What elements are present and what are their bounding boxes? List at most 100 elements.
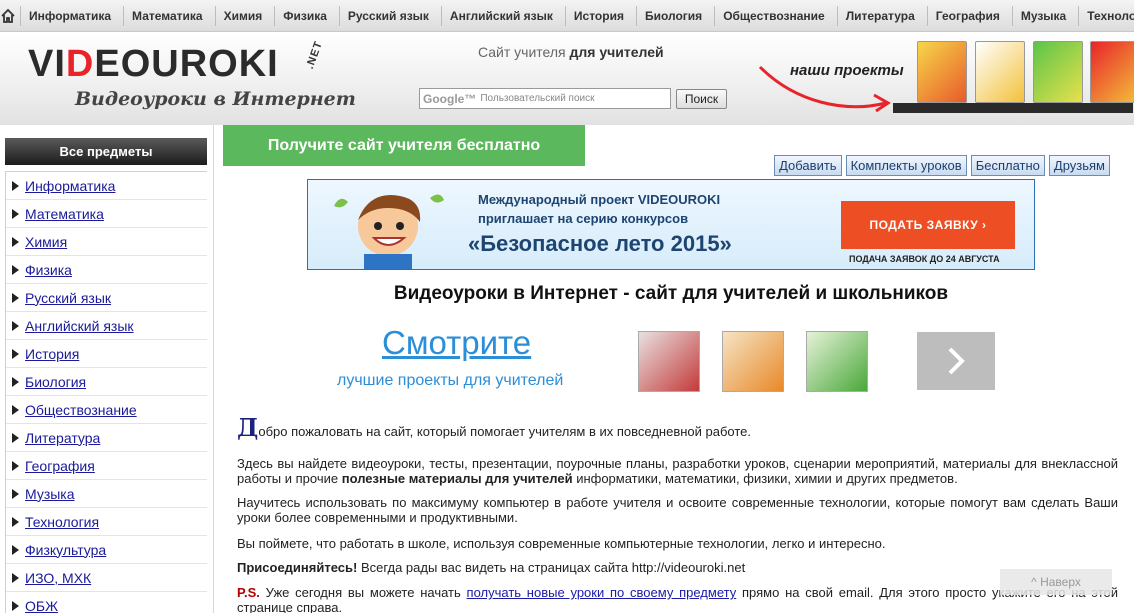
triangle-bullet-icon bbox=[12, 292, 19, 303]
teacher-site-bold: для учителей bbox=[569, 44, 664, 60]
site-logo[interactable]: VIDEOUROKI .NET bbox=[28, 39, 325, 86]
sidebar-item-label: История bbox=[25, 345, 80, 362]
welcome-text: обро пожаловать на сайт, который помогае… bbox=[258, 424, 752, 439]
project-dvd-third[interactable] bbox=[806, 331, 868, 392]
welcome-paragraph: Добро пожаловать на сайт, который помога… bbox=[237, 416, 1118, 440]
banner-contest-title: «Безопасное лето 2015» bbox=[468, 231, 732, 256]
triangle-bullet-icon bbox=[12, 544, 19, 555]
sidebar-item-tekhnologiya[interactable]: Технология bbox=[6, 508, 207, 536]
watch-link[interactable]: Смотрите bbox=[382, 324, 531, 362]
home-icon[interactable] bbox=[0, 0, 16, 31]
sidebar-item-label: Физика bbox=[25, 261, 72, 278]
sidebar-item-label: Физкультура bbox=[25, 541, 107, 558]
logo-text-start: VI bbox=[28, 43, 66, 85]
triangle-bullet-icon bbox=[12, 208, 19, 219]
search-placeholder: Пользовательский поиск bbox=[480, 93, 595, 104]
submit-application-button[interactable]: ПОДАТЬ ЗАЯВКУ › bbox=[841, 201, 1015, 249]
nav-item-literatura[interactable]: Литература bbox=[833, 0, 923, 31]
nav-item-muzyka[interactable]: Музыка bbox=[1008, 0, 1074, 31]
sidebar-item-fizika[interactable]: Физика bbox=[6, 256, 207, 284]
logo-text-d: D bbox=[65, 43, 95, 85]
sidebar-item-label: Музыка bbox=[25, 485, 75, 502]
sidebar-item-muzyka[interactable]: Музыка bbox=[6, 480, 207, 508]
sidebar-item-istoriya[interactable]: История bbox=[6, 340, 207, 368]
triangle-bullet-icon bbox=[12, 488, 19, 499]
join-bold: Присоединяйтесь! bbox=[237, 560, 358, 575]
nav-item-matematika[interactable]: Математика bbox=[119, 0, 211, 31]
nav-item-fizika[interactable]: Физика bbox=[270, 0, 335, 31]
sidebar-item-label: Английский язык bbox=[25, 317, 134, 334]
banner-line2: приглашает на серию конкурсов bbox=[478, 211, 689, 226]
sidebar-item-label: Литература bbox=[25, 429, 101, 446]
nav-item-informatika[interactable]: Информатика bbox=[16, 0, 119, 31]
sidebar-item-obzh[interactable]: ОБЖ bbox=[6, 592, 207, 613]
technology-paragraph: Научитесь использовать по максимуму комп… bbox=[237, 495, 1118, 525]
triangle-bullet-icon bbox=[12, 320, 19, 331]
tab-friends[interactable]: Друзьям bbox=[1048, 155, 1110, 176]
project-box[interactable] bbox=[975, 41, 1025, 103]
nav-item-russkiy[interactable]: Русский язык bbox=[335, 0, 437, 31]
tab-free[interactable]: Бесплатно bbox=[970, 155, 1045, 176]
banner-line1: Международный проект VIDEOUROKI bbox=[478, 192, 720, 207]
new-lessons-link[interactable]: получать новые уроки по своему предмету bbox=[467, 585, 737, 600]
teacher-site-caption: Сайт учителя для учителей bbox=[478, 44, 664, 60]
sidebar-item-label: Обществознание bbox=[25, 401, 137, 418]
sidebar-item-izo[interactable]: ИЗО, МХК bbox=[6, 564, 207, 592]
column-divider bbox=[213, 125, 214, 613]
drop-cap: Д bbox=[237, 413, 259, 442]
sidebar-item-literatura[interactable]: Литература bbox=[6, 424, 207, 452]
project-dvd-algebra[interactable] bbox=[638, 331, 700, 392]
sidebar-item-label: Технология bbox=[25, 513, 100, 530]
cartoon-boy-icon bbox=[334, 194, 444, 269]
content-tabs: Добавить Комплекты уроков Бесплатно Друз… bbox=[774, 155, 1110, 176]
logo-text-end: EOUROKI bbox=[94, 43, 279, 85]
triangle-bullet-icon bbox=[12, 348, 19, 359]
nav-item-geografiya[interactable]: География bbox=[923, 0, 1008, 31]
back-to-top-button[interactable]: ^ Наверх bbox=[1000, 569, 1112, 595]
nav-item-angliyskiy[interactable]: Английский язык bbox=[437, 0, 561, 31]
sidebar-item-matematika[interactable]: Математика bbox=[6, 200, 207, 228]
project-box[interactable] bbox=[1090, 41, 1134, 103]
tab-lesson-sets[interactable]: Комплекты уроков bbox=[845, 155, 967, 176]
nav-item-tekhnologiya[interactable]: Технология bbox=[1074, 0, 1134, 31]
site-header: VIDEOUROKI .NET Видеоуроки в Интернет Са… bbox=[0, 33, 1134, 125]
sidebar-item-label: Биология bbox=[25, 373, 87, 390]
project-dvd-geometry[interactable] bbox=[722, 331, 784, 392]
sidebar-item-khimiya[interactable]: Химия bbox=[6, 228, 207, 256]
chevron-right-icon bbox=[948, 347, 965, 375]
join-paragraph: Присоединяйтесь! Всегда рады вас видеть … bbox=[237, 560, 1118, 575]
get-free-site-button[interactable]: Получите сайт учителя бесплатно bbox=[223, 125, 585, 166]
sidebar-item-biologiya[interactable]: Биология bbox=[6, 368, 207, 396]
contest-banner[interactable]: Международный проект VIDEOUROKI приглаша… bbox=[307, 179, 1035, 270]
sidebar-item-fizkultura[interactable]: Физкультура bbox=[6, 536, 207, 564]
tab-add[interactable]: Добавить bbox=[774, 155, 842, 176]
sidebar-item-label: ИЗО, МХК bbox=[25, 569, 92, 586]
easy-paragraph: Вы поймете, что работать в школе, исполь… bbox=[237, 536, 886, 551]
sidebar-item-russkiy[interactable]: Русский язык bbox=[6, 284, 207, 312]
search-button[interactable]: Поиск bbox=[676, 89, 727, 109]
nav-item-khimiya[interactable]: Химия bbox=[211, 0, 271, 31]
nav-item-obshchestvoznanie[interactable]: Обществознание bbox=[710, 0, 833, 31]
nav-item-istoriya[interactable]: История bbox=[561, 0, 632, 31]
project-box[interactable] bbox=[1033, 41, 1083, 103]
nav-item-biologiya[interactable]: Биология bbox=[632, 0, 710, 31]
sidebar-item-geografiya[interactable]: География bbox=[6, 452, 207, 480]
sidebar-item-label: География bbox=[25, 457, 95, 474]
project-box[interactable] bbox=[917, 41, 967, 103]
triangle-bullet-icon bbox=[12, 264, 19, 275]
carousel-next-button[interactable] bbox=[917, 332, 995, 390]
sidebar-item-label: ОБЖ bbox=[25, 597, 59, 613]
search-input[interactable]: Google™ Пользовательский поиск bbox=[419, 88, 671, 109]
materials-text-b: информатики, математики, физики, химии и… bbox=[572, 471, 958, 486]
google-brand: Google™ bbox=[423, 91, 477, 106]
triangle-bullet-icon bbox=[12, 180, 19, 191]
triangle-bullet-icon bbox=[12, 516, 19, 527]
banner-brand: VIDEOUROKI bbox=[637, 192, 721, 207]
site-tagline: Видеоуроки в Интернет bbox=[75, 88, 356, 110]
sidebar-item-obshchestvoznanie[interactable]: Обществознание bbox=[6, 396, 207, 424]
teacher-site-prefix: Сайт учителя bbox=[478, 44, 566, 60]
triangle-bullet-icon bbox=[12, 600, 19, 611]
sidebar-item-angliyskiy[interactable]: Английский язык bbox=[6, 312, 207, 340]
sidebar-item-informatika[interactable]: Информатика bbox=[6, 172, 207, 200]
triangle-bullet-icon bbox=[12, 404, 19, 415]
